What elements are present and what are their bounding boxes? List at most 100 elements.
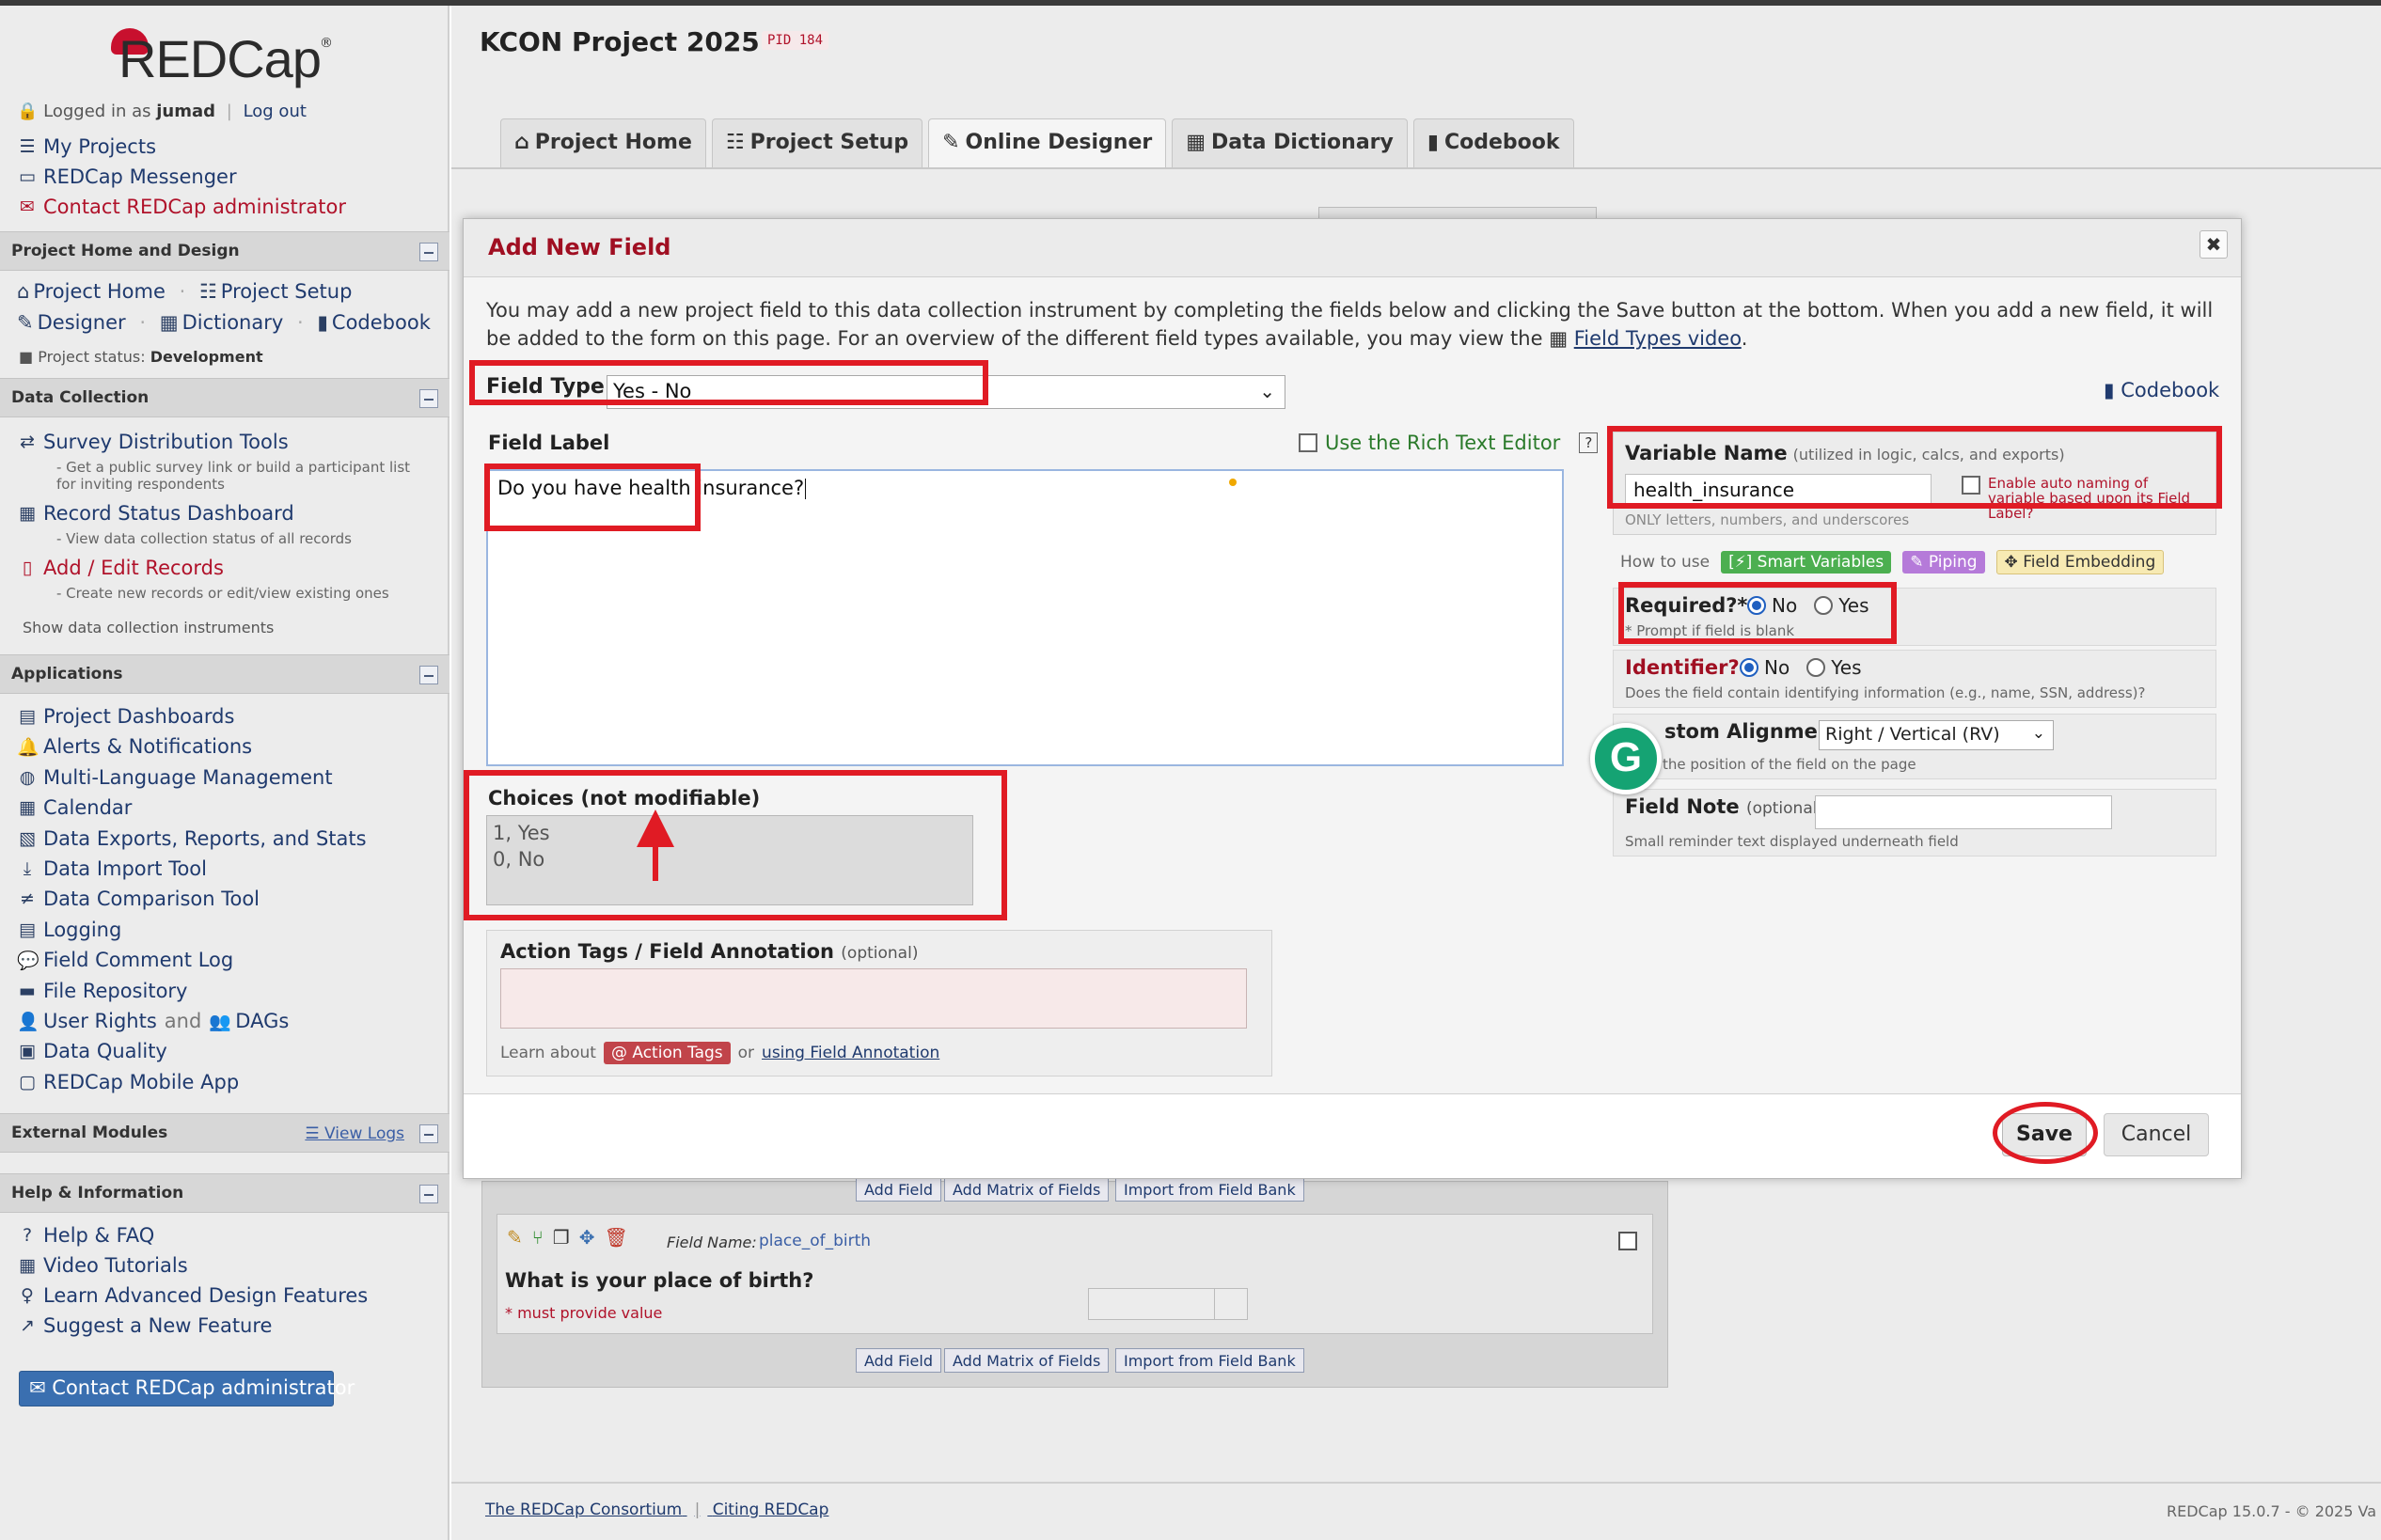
sidebar: REDCap ® 🔒 Logged in as jumad | Log out … xyxy=(0,6,449,1540)
field-types-video-link[interactable]: Field Types video xyxy=(1574,327,1742,350)
data-quality-link[interactable]: ▣ Data Quality xyxy=(17,1040,167,1062)
suggest-link[interactable]: ↗ Suggest a New Feature xyxy=(17,1314,272,1337)
dashboards-link[interactable]: ▤ Project Dashboards xyxy=(17,705,234,728)
faq-link[interactable]: ? Help & FAQ xyxy=(17,1224,154,1247)
messenger-link[interactable]: ▭ REDCap Messenger xyxy=(17,165,237,188)
identifier-no-label: No xyxy=(1764,656,1790,679)
add-edit-records-link[interactable]: ▯ Add / Edit Records xyxy=(17,557,224,579)
pencil-icon[interactable]: ✎ xyxy=(507,1226,523,1249)
collapse-button[interactable] xyxy=(419,1124,438,1143)
logging-link[interactable]: ▤ Logging xyxy=(17,919,121,941)
collapse-button[interactable] xyxy=(419,389,438,408)
rich-text-toggle[interactable]: Use the Rich Text Editor ? xyxy=(1299,432,1599,454)
survey-tools-link[interactable]: ⇄ Survey Distribution Tools xyxy=(17,431,289,453)
piping-button[interactable]: ✎ Piping xyxy=(1902,551,1985,574)
grammarly-icon[interactable]: G xyxy=(1590,723,1662,794)
sidebar-dictionary[interactable]: Dictionary xyxy=(182,311,284,334)
show-instruments-link[interactable]: Show data collection instruments xyxy=(23,619,274,636)
codebook-link[interactable]: ▮ Codebook xyxy=(2104,379,2219,401)
separator: | xyxy=(694,1501,701,1519)
tab-codebook[interactable]: ▮ Codebook xyxy=(1412,118,1574,167)
identifier-row: Identifier? No Yes Does the field contai… xyxy=(1613,650,2216,708)
close-icon[interactable]: ✖ xyxy=(2200,230,2228,259)
comment-log-label: Field Comment Log xyxy=(43,949,234,971)
text-caret xyxy=(805,479,807,499)
contact-admin-button[interactable]: ✉ Contact REDCap administrator xyxy=(19,1371,355,1406)
cancel-button[interactable]: Cancel xyxy=(2104,1113,2209,1156)
tab-data-dictionary[interactable]: ▦ Data Dictionary xyxy=(1172,118,1408,167)
exports-link[interactable]: ▧ Data Exports, Reports, and Stats xyxy=(17,827,367,850)
tab-project-setup[interactable]: ☷ Project Setup xyxy=(711,118,923,167)
identifier-yes-radio[interactable] xyxy=(1806,658,1826,677)
lightbulb-icon: ♀ xyxy=(21,1285,34,1306)
copy-icon[interactable]: ❐ xyxy=(553,1226,570,1249)
redcap-logo[interactable]: REDCap ® xyxy=(105,19,333,94)
smart-variables-button[interactable]: [⚡] Smart Variables xyxy=(1721,551,1892,574)
multilang-link[interactable]: ◍ Multi-Language Management xyxy=(17,766,333,789)
alignment-value: Right / Vertical (RV) xyxy=(1825,724,2000,745)
record-status-link[interactable]: ▦ Record Status Dashboard xyxy=(17,502,294,525)
import-bank-button-top[interactable]: Import from Field Bank xyxy=(1115,1177,1304,1202)
learn-about-text: Learn about xyxy=(500,1044,596,1062)
contact-admin-link[interactable]: ✉ Contact REDCap administrator xyxy=(17,196,346,218)
envelope-icon: ✉ xyxy=(20,196,35,217)
alignment-select[interactable]: Right / Vertical (RV) ⌄ xyxy=(1819,720,2054,750)
mobile-app-label: REDCap Mobile App xyxy=(43,1071,240,1093)
add-field-button-top[interactable]: Add Field xyxy=(856,1177,941,1202)
dialog-title: Add New Field xyxy=(488,234,671,260)
identifier-sub: Does the field contain identifying infor… xyxy=(1625,684,2146,701)
tab-online-designer[interactable]: ✎ Online Designer xyxy=(928,118,1167,167)
collapse-button[interactable] xyxy=(419,243,438,261)
messenger-label: REDCap Messenger xyxy=(43,165,237,188)
user-rights-link[interactable]: User Rights xyxy=(43,1010,157,1032)
field-note-input[interactable] xyxy=(1815,795,2112,829)
import-bank-button-bottom[interactable]: Import from Field Bank xyxy=(1115,1348,1304,1373)
branch-icon[interactable]: ⑂ xyxy=(532,1226,544,1249)
sidebar-project-setup[interactable]: Project Setup xyxy=(221,280,353,303)
my-projects-link[interactable]: ☰ My Projects xyxy=(17,135,156,158)
file-icon: ▯ xyxy=(22,558,33,578)
logout-link[interactable]: Log out xyxy=(244,102,307,121)
field-select-checkbox[interactable] xyxy=(1618,1232,1637,1250)
add-matrix-button-bottom[interactable]: Add Matrix of Fields xyxy=(944,1348,1110,1373)
action-tags-button[interactable]: @ Action Tags xyxy=(603,1042,731,1064)
file-repo-link[interactable]: ▬ File Repository xyxy=(17,980,187,1002)
section-external-modules: External Modules ☰ View Logs xyxy=(0,1113,449,1153)
alerts-link[interactable]: 🔔 Alerts & Notifications xyxy=(17,735,252,758)
comparison-link[interactable]: ≠ Data Comparison Tool xyxy=(17,888,260,910)
book-icon: ▮ xyxy=(1427,131,1439,154)
add-matrix-button-top[interactable]: Add Matrix of Fields xyxy=(944,1177,1110,1202)
action-tags-input[interactable] xyxy=(500,968,1247,1029)
sidebar-designer[interactable]: Designer xyxy=(38,311,126,334)
calendar-link[interactable]: ▦ Calendar xyxy=(17,796,132,819)
move-icon[interactable]: ✥ xyxy=(579,1226,595,1249)
place-of-birth-select[interactable] xyxy=(1088,1288,1248,1320)
sidebar-project-home[interactable]: Project Home xyxy=(33,280,166,303)
collapse-button[interactable] xyxy=(419,666,438,684)
consortium-link[interactable]: The REDCap Consortium xyxy=(485,1501,682,1519)
section-title: Applications xyxy=(11,665,123,684)
identifier-no-radio[interactable] xyxy=(1740,658,1758,677)
user-rights-row: 👤 User Rights and 👥 DAGs xyxy=(17,1010,289,1032)
dags-link[interactable]: DAGs xyxy=(235,1010,289,1032)
collapse-button[interactable] xyxy=(419,1185,438,1203)
field-annotation-link[interactable]: using Field Annotation xyxy=(762,1044,939,1062)
mobile-app-link[interactable]: ▢ REDCap Mobile App xyxy=(17,1071,239,1093)
advanced-link[interactable]: ♀ Learn Advanced Design Features xyxy=(17,1284,368,1307)
field-embedding-button[interactable]: ✥ Field Embedding xyxy=(1995,550,2165,574)
alignment-title: stom Alignment xyxy=(1664,720,1841,743)
view-logs-link[interactable]: ☰ View Logs xyxy=(305,1124,404,1143)
import-link[interactable]: ⤓ Data Import Tool xyxy=(17,857,207,880)
videos-link[interactable]: ▦ Video Tutorials xyxy=(17,1254,188,1277)
sidebar-codebook[interactable]: Codebook xyxy=(332,311,431,334)
chevron-down-icon: ⌄ xyxy=(1259,380,1275,402)
citing-link[interactable]: Citing REDCap xyxy=(713,1501,829,1519)
rich-text-checkbox[interactable] xyxy=(1299,433,1317,452)
trash-icon[interactable]: 🗑 xyxy=(604,1226,627,1249)
tab-label: Data Dictionary xyxy=(1211,131,1394,154)
calendar-label: Calendar xyxy=(43,796,133,819)
tab-project-home[interactable]: ⌂ Project Home xyxy=(500,118,706,167)
help-icon[interactable]: ? xyxy=(1579,432,1599,453)
add-field-button-bottom[interactable]: Add Field xyxy=(856,1348,941,1373)
comment-log-link[interactable]: 💬 Field Comment Log xyxy=(17,949,233,971)
